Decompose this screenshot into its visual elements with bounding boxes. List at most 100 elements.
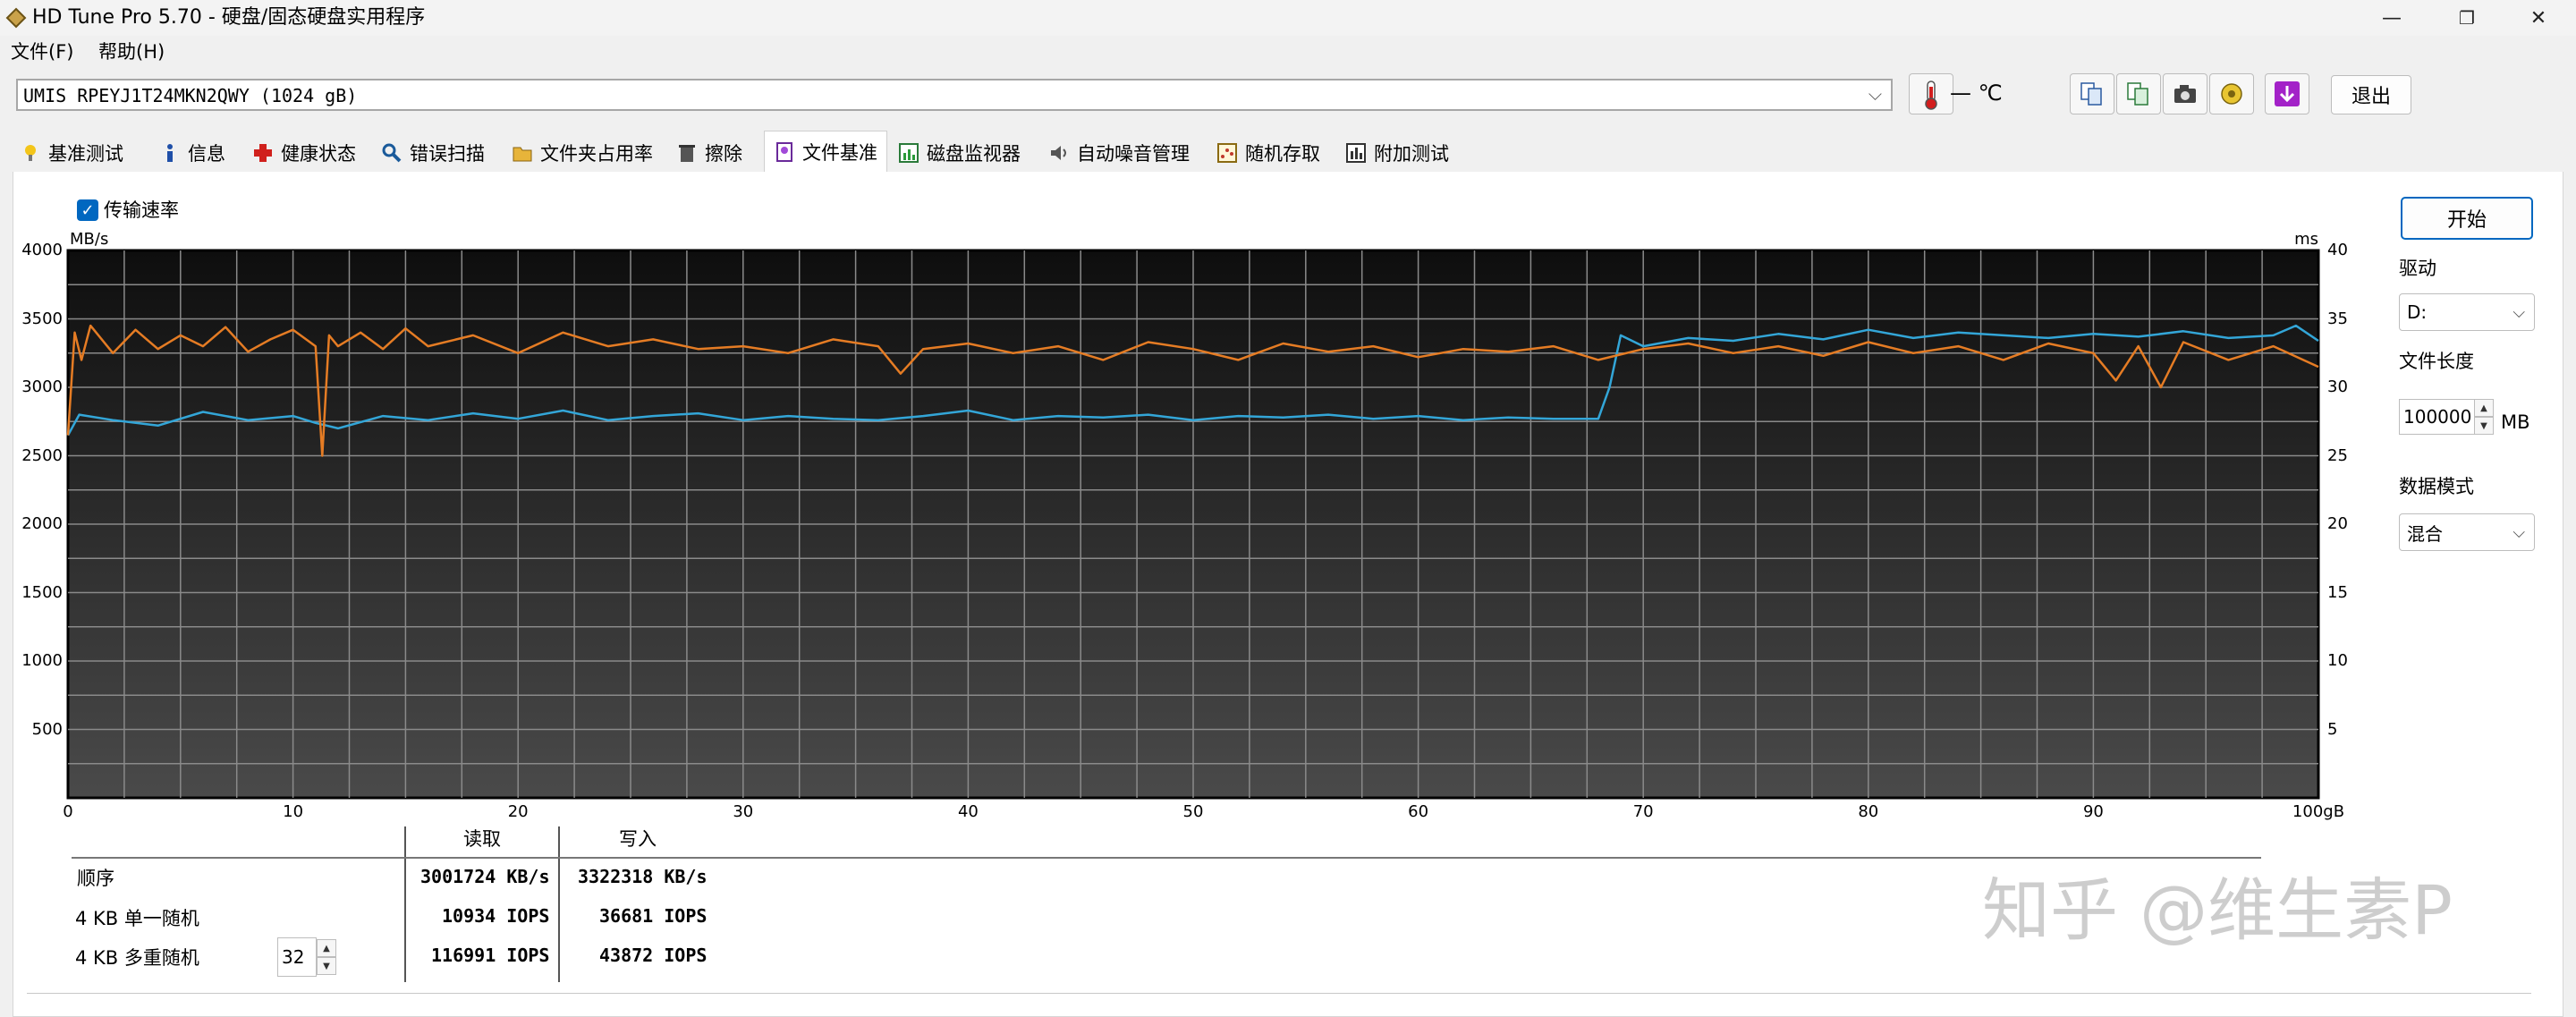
y-right-tick-label: 30 [2327, 377, 2348, 396]
tab-health[interactable]: 健康状态 [252, 134, 356, 172]
tab-label: 文件基准 [802, 142, 877, 164]
copy-text-button[interactable] [2116, 73, 2161, 114]
tab-error-scan[interactable]: 错误扫描 [381, 134, 485, 172]
y-left-unit-label: MB/s [70, 230, 109, 249]
y-right-tick-label: 5 [2327, 719, 2338, 739]
y-left-tick-label: 2500 [21, 445, 63, 465]
x-tick-label: 50 [1182, 802, 1204, 821]
table-divider-2 [558, 826, 560, 982]
temperature-readout: — ℃ [1950, 81, 2003, 106]
exit-button[interactable]: 退出 [2331, 75, 2411, 114]
menu-file[interactable]: 文件(F) [11, 39, 73, 64]
watermark: 知乎 @维生素P [1982, 870, 2453, 950]
info-icon [167, 144, 173, 162]
drive-combo[interactable]: D: ⌵ [2399, 293, 2535, 331]
row-label-4k-multi: 4 KB 多重随机 [75, 947, 199, 969]
tab-erase[interactable]: 擦除 [676, 134, 742, 172]
tab-label: 擦除 [705, 143, 742, 165]
data-mode-value: 混合 [2407, 522, 2443, 545]
thermometer-icon [1925, 81, 1937, 110]
benchmark-icon [25, 145, 36, 161]
table-divider-1 [404, 826, 406, 982]
tab-folder-usage[interactable]: 文件夹占用率 [512, 134, 653, 172]
x-tick-label: 90 [2082, 802, 2104, 821]
tab-benchmark[interactable]: 基准测试 [20, 134, 123, 172]
file-length-input[interactable]: 100000 [2399, 399, 2485, 435]
x-tick-label: 0 [63, 802, 73, 821]
tab-label: 错误扫描 [410, 143, 485, 165]
erase-icon [679, 145, 695, 162]
tab-info[interactable]: 信息 [159, 134, 225, 172]
x-tick-label: 20 [507, 802, 529, 821]
options-button[interactable] [2209, 73, 2254, 114]
thermometer-button[interactable] [1909, 73, 1953, 114]
save-button[interactable] [2265, 73, 2309, 114]
drive-select[interactable]: UMIS RPEYJ1T24MKN2QWY (1024 gB) ⌵ [16, 79, 1893, 111]
x-tick-label: 100gB [2292, 802, 2345, 821]
chevron-down-icon: ⌵ [1868, 83, 1882, 105]
4k-multi-write-value: 43872 IOPS [599, 945, 708, 966]
tab-label: 自动噪音管理 [1077, 143, 1190, 165]
y-left-tick-label: 2000 [21, 514, 63, 533]
queue-depth-spin-up[interactable]: ▲ [317, 939, 336, 957]
options-icon [2221, 83, 2242, 105]
x-tick-label: 80 [1858, 802, 1879, 821]
row-label-sequential: 顺序 [77, 868, 114, 889]
y-right-tick-label: 15 [2327, 582, 2348, 602]
y-left-tick-label: 1500 [21, 582, 63, 602]
menu-help[interactable]: 帮助(H) [98, 39, 165, 64]
screenshot-button[interactable] [2163, 73, 2207, 114]
file-length-spin-down[interactable]: ▼ [2474, 417, 2494, 435]
tab-aam[interactable]: 自动噪音管理 [1048, 134, 1190, 172]
tab-file-benchmark[interactable]: 文件基准 [764, 131, 887, 173]
x-tick-label: 60 [1408, 802, 1429, 821]
sequential-write-value: 3322318 KB/s [578, 866, 708, 887]
camera-icon [2174, 85, 2196, 103]
drive-select-value: UMIS RPEYJ1T24MKN2QWY (1024 gB) [23, 85, 358, 106]
queue-depth-spin-down[interactable]: ▼ [317, 957, 336, 975]
y-left-tick-label: 1000 [21, 651, 63, 670]
y-right-unit-label: ms [2294, 230, 2318, 249]
bottom-separator [27, 993, 2531, 994]
y-left-tick-label: 3500 [21, 309, 63, 328]
row-label-4k-single: 4 KB 单一随机 [75, 908, 199, 929]
transfer-rate-chart [66, 249, 2320, 800]
y-right-tick-label: 35 [2327, 309, 2348, 328]
copy-info-icon [2080, 82, 2102, 106]
transfer-rate-label: 传输速率 [104, 199, 179, 221]
tab-extra-tests[interactable]: 附加测试 [1345, 134, 1449, 172]
file-length-label: 文件长度 [2399, 351, 2474, 372]
x-tick-label: 30 [733, 802, 754, 821]
tab-label: 随机存取 [1245, 143, 1320, 165]
tab-label: 文件夹占用率 [540, 143, 653, 165]
tab-random-access[interactable]: 随机存取 [1216, 134, 1320, 172]
y-left-tick-label: 500 [31, 719, 63, 739]
tab-disk-monitor[interactable]: 磁盘监视器 [898, 134, 1021, 172]
y-left-tick-label: 4000 [21, 241, 63, 259]
data-mode-label: 数据模式 [2399, 476, 2474, 497]
y-right-tick-label: 25 [2327, 445, 2348, 465]
queue-depth-input[interactable]: 32 [277, 937, 317, 977]
drive-label: 驱动 [2399, 258, 2436, 279]
write-header: 写入 [619, 828, 657, 850]
window-title: HD Tune Pro 5.70 - 硬盘/固态硬盘实用程序 [32, 6, 426, 29]
folder-usage-icon [513, 147, 532, 162]
y-left-tick-label: 3000 [21, 377, 63, 396]
transfer-rate-checkbox[interactable]: ✓ [77, 199, 98, 221]
data-mode-combo[interactable]: 混合 ⌵ [2399, 513, 2535, 551]
copy-info-button[interactable] [2070, 73, 2114, 114]
x-tick-label: 10 [283, 802, 304, 821]
app-icon [5, 7, 27, 29]
4k-single-read-value: 10934 IOPS [442, 905, 550, 927]
minimize-button[interactable]: — [2354, 0, 2429, 36]
start-button[interactable]: 开始 [2401, 197, 2533, 240]
close-button[interactable]: ✕ [2501, 0, 2576, 36]
tab-label: 基准测试 [48, 143, 123, 165]
file-length-spin-up[interactable]: ▲ [2474, 399, 2494, 417]
4k-multi-read-value: 116991 IOPS [431, 945, 550, 966]
4k-single-write-value: 36681 IOPS [599, 905, 708, 927]
table-header-rule [72, 857, 2261, 859]
drive-combo-value: D: [2407, 301, 2428, 323]
read-header: 读取 [463, 828, 501, 850]
maximize-button[interactable]: ❐ [2429, 0, 2504, 36]
